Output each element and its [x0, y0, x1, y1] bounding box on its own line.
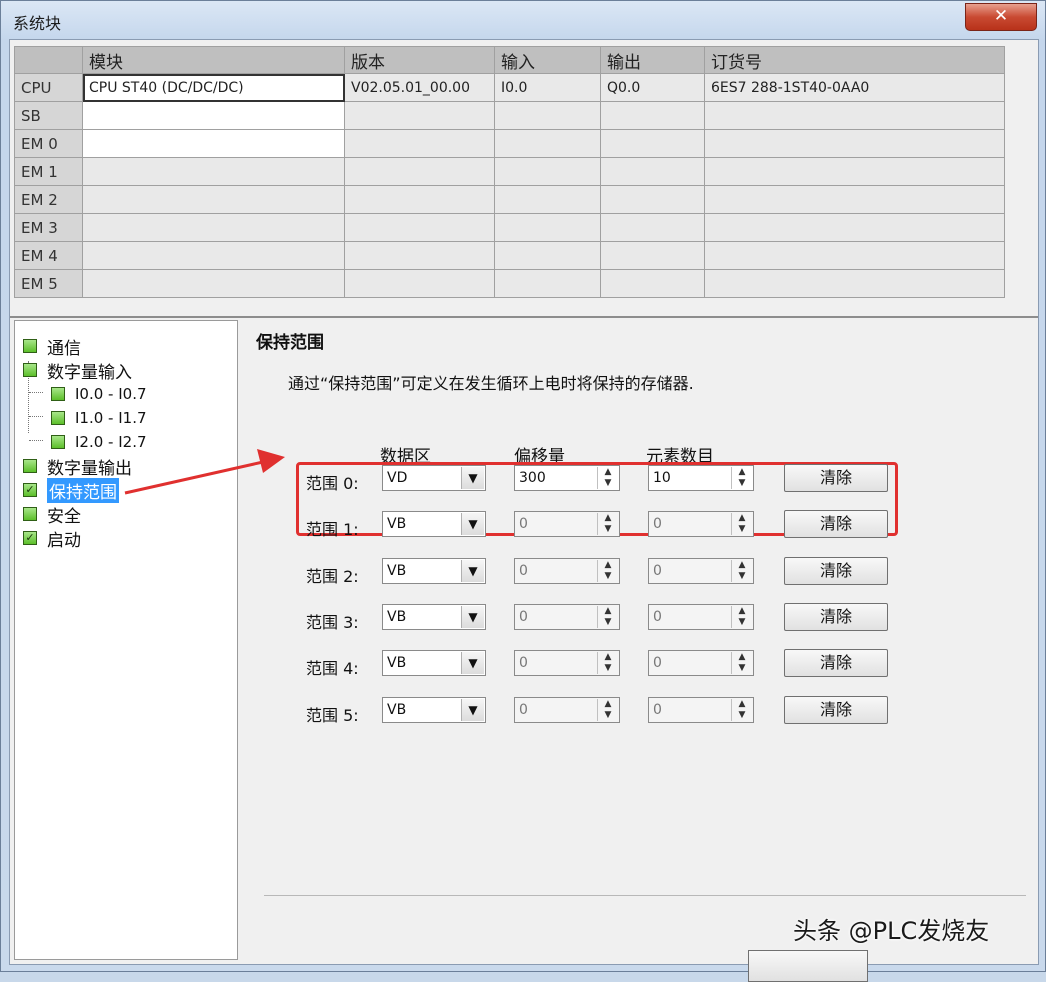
red-arrow-icon	[124, 449, 285, 495]
watermark: 头条 @PLC发烧友	[793, 917, 990, 945]
system-block-window: 系统块 ✕ 模块 版本 输入 输出 订货号 CPU CPU ST40 (DC/D…	[0, 0, 1046, 982]
